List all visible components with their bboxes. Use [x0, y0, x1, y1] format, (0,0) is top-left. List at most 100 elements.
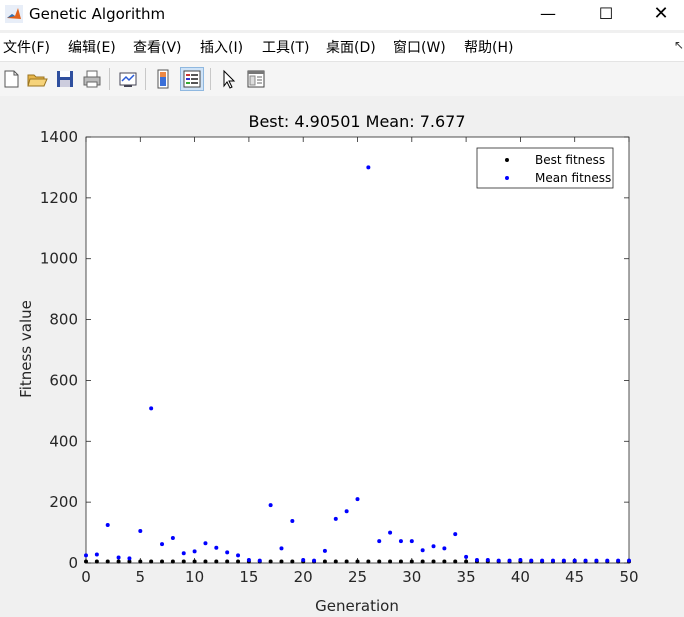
best-fitness-point — [420, 559, 425, 564]
mean-fitness-point — [561, 558, 566, 563]
title-bar: Genetic Algorithm — ☐ ✕ — [0, 0, 684, 30]
mean-fitness-point — [355, 497, 360, 502]
menu-overflow-icon[interactable]: ↖ — [674, 38, 684, 52]
menu-help[interactable]: 帮助(H) — [464, 37, 513, 57]
y-axis-label: Fitness value — [17, 300, 35, 398]
new-figure-icon[interactable] — [0, 68, 22, 90]
best-fitness-point — [388, 559, 393, 564]
menu-edit[interactable]: 编辑(E) — [68, 37, 116, 57]
y-tick-label: 400 — [49, 432, 78, 450]
best-fitness-point — [94, 559, 99, 564]
pointer-icon[interactable] — [218, 68, 240, 90]
mean-fitness-point — [138, 529, 143, 534]
best-fitness-point — [170, 559, 175, 564]
mean-fitness-point — [290, 519, 295, 524]
best-fitness-point — [355, 559, 360, 564]
best-fitness-point — [214, 559, 219, 564]
maximize-button[interactable]: ☐ — [581, 0, 631, 30]
close-button[interactable]: ✕ — [636, 0, 684, 30]
menu-view[interactable]: 查看(V) — [133, 37, 182, 57]
mean-fitness-point — [485, 557, 490, 562]
mean-fitness-point — [377, 539, 382, 544]
mean-fitness-point — [84, 553, 88, 558]
legend-mean-label: Mean fitness — [535, 171, 611, 185]
menu-bar: 文件(F) 编辑(E) 查看(V) 插入(I) 工具(T) 桌面(D) 窗口(W… — [0, 33, 684, 61]
mean-fitness-point — [605, 558, 610, 563]
best-fitness-point — [268, 559, 273, 564]
best-fitness-point — [464, 559, 469, 564]
matlab-logo-icon — [5, 5, 23, 23]
mean-fitness-point — [409, 539, 414, 544]
mean-fitness-point — [333, 516, 338, 521]
mean-fitness-point — [322, 548, 327, 553]
x-tick-label: 50 — [619, 568, 638, 586]
mean-fitness-point — [301, 557, 306, 562]
property-inspector-icon[interactable] — [245, 68, 267, 90]
y-tick-label: 1400 — [40, 128, 78, 146]
best-fitness-point — [442, 559, 447, 564]
mean-fitness-point — [344, 509, 349, 514]
mean-fitness-point — [214, 545, 219, 550]
x-tick-label: 5 — [136, 568, 146, 586]
mean-fitness-point — [474, 557, 479, 562]
x-tick-label: 15 — [239, 568, 258, 586]
y-tick-label: 200 — [49, 493, 78, 511]
best-fitness-point — [398, 559, 403, 564]
minimize-button[interactable]: — — [523, 0, 573, 30]
best-fitness-point — [105, 559, 110, 564]
mean-fitness-point — [170, 536, 175, 541]
mean-fitness-point — [236, 553, 241, 558]
x-tick-label: 25 — [348, 568, 367, 586]
best-fitness-point — [181, 559, 186, 564]
link-plot-icon[interactable] — [117, 68, 139, 90]
x-tick-label: 0 — [81, 568, 91, 586]
open-file-icon[interactable] — [26, 68, 48, 90]
mean-fitness-point — [529, 558, 534, 563]
mean-fitness-point — [420, 548, 425, 553]
best-fitness-point — [160, 559, 165, 564]
legend-icon[interactable] — [180, 67, 204, 91]
best-fitness-point — [192, 559, 197, 564]
mean-fitness-point — [627, 558, 631, 563]
menu-file[interactable]: 文件(F) — [3, 37, 50, 57]
mean-fitness-point — [127, 556, 132, 561]
best-fitness-point — [431, 559, 436, 564]
mean-fitness-point — [225, 550, 230, 555]
y-tick-label: 1200 — [40, 189, 78, 207]
mean-fitness-point — [116, 555, 121, 560]
best-fitness-point — [225, 559, 230, 564]
best-fitness-point — [236, 559, 241, 564]
y-tick-label: 0 — [68, 554, 78, 572]
menu-insert[interactable]: 插入(I) — [200, 37, 243, 57]
best-fitness-point — [409, 559, 414, 564]
mean-fitness-point — [366, 165, 371, 170]
mean-fitness-point — [572, 558, 577, 563]
best-fitness-point — [138, 559, 143, 564]
y-tick-label: 600 — [49, 371, 78, 389]
y-tick-label: 800 — [49, 311, 78, 329]
toolbar — [0, 61, 684, 97]
mean-fitness-point — [181, 551, 186, 556]
mean-fitness-point — [442, 546, 447, 551]
print-icon[interactable] — [81, 68, 103, 90]
best-fitness-point — [322, 559, 327, 564]
mean-fitness-point — [518, 557, 523, 562]
x-tick-label: 10 — [185, 568, 204, 586]
mean-fitness-point — [540, 558, 545, 563]
colorbar-icon[interactable] — [153, 68, 175, 90]
best-fitness-point — [377, 559, 382, 564]
menu-window[interactable]: 窗口(W) — [393, 37, 446, 57]
x-tick-label: 20 — [294, 568, 313, 586]
mean-fitness-point — [105, 522, 110, 527]
menu-desktop[interactable]: 桌面(D) — [326, 37, 376, 57]
window-title: Genetic Algorithm — [29, 5, 166, 23]
mean-fitness-point — [268, 503, 273, 508]
best-fitness-point — [279, 559, 284, 564]
mean-fitness-point — [246, 557, 251, 562]
save-icon[interactable] — [54, 68, 76, 90]
x-tick-label: 45 — [565, 568, 584, 586]
menu-tools[interactable]: 工具(T) — [262, 37, 309, 57]
mean-fitness-point — [398, 539, 403, 544]
x-tick-label: 30 — [402, 568, 421, 586]
y-tick-label: 1000 — [40, 250, 78, 268]
